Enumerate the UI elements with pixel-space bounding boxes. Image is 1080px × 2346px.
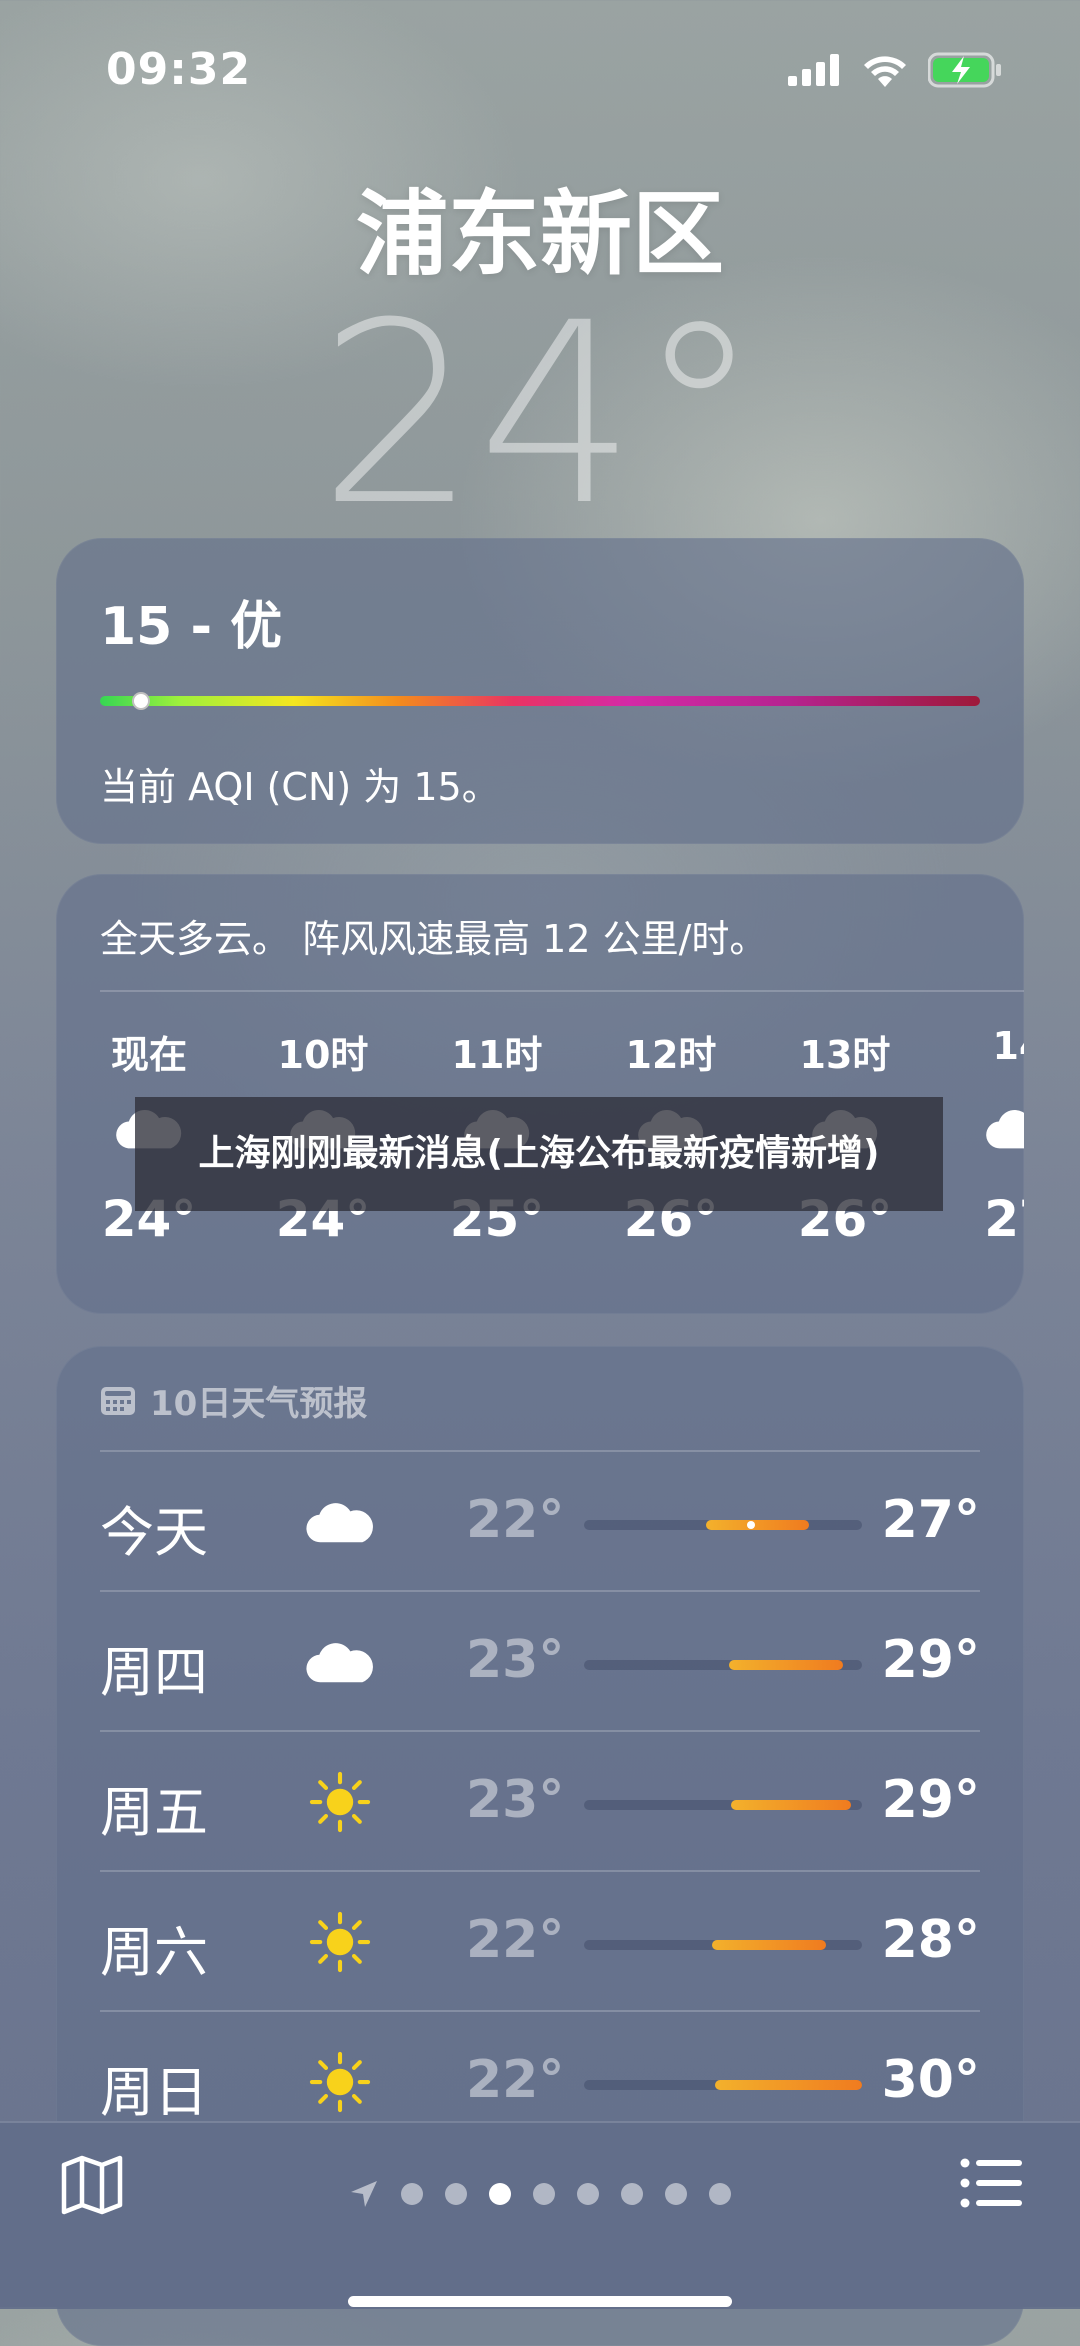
page-indicator[interactable] [0, 2179, 1080, 2209]
hour-temp: 27 [984, 1190, 1024, 1248]
day-high-temp: 29° [881, 1770, 980, 1830]
day-low-temp: 22° [466, 1490, 565, 1550]
cloud-icon [306, 1502, 373, 1542]
wifi-icon [864, 56, 906, 87]
current-temp-marker [747, 1521, 755, 1529]
temp-range-track [584, 1800, 862, 1810]
article-title: 上海刚刚最新消息(上海公布最新疫情新增) [198, 1133, 880, 1174]
hour-label: 10时 [277, 1033, 369, 1077]
home-indicator[interactable] [348, 2296, 732, 2307]
daily-row[interactable]: 周五 23° 29° [100, 1730, 980, 1872]
day-low-temp: 22° [466, 1910, 565, 1970]
page-dot[interactable] [489, 2183, 511, 2205]
hour-label: 13时 [799, 1033, 891, 1077]
hour-icon [954, 1074, 1024, 1184]
page-dot[interactable] [445, 2183, 467, 2205]
temp-range-track [584, 2080, 862, 2090]
day-high-temp: 29° [881, 1630, 980, 1690]
day-name: 周六 [100, 1921, 208, 1984]
page-dot[interactable] [577, 2183, 599, 2205]
hour-label: 11时 [451, 1033, 543, 1077]
page-dot[interactable] [665, 2183, 687, 2205]
day-name: 周四 [100, 1641, 208, 1704]
day-icon [300, 1906, 380, 1978]
hour-label: 14 [992, 1024, 1024, 1068]
aqi-card[interactable]: 15 - 优 当前 AQI (CN) 为 15。 [56, 538, 1024, 844]
location-arrow-icon[interactable] [349, 2179, 379, 2209]
status-time: 09:32 [106, 44, 252, 95]
day-icon [300, 1626, 380, 1698]
day-high-temp: 30° [881, 2050, 980, 2110]
daily-row[interactable]: 今天 22° 27° [100, 1450, 980, 1592]
page-dot[interactable] [621, 2183, 643, 2205]
hour-label: 12时 [625, 1033, 717, 1077]
page-dot[interactable] [533, 2183, 555, 2205]
temp-range-fill [729, 1660, 843, 1670]
day-low-temp: 22° [466, 2050, 565, 2110]
hourly-item: 14 27 [954, 1024, 1024, 1248]
current-temperature: 24° [318, 269, 762, 560]
bottom-toolbar [0, 2121, 1080, 2309]
day-icon [300, 1486, 380, 1558]
day-name: 今天 [100, 1501, 208, 1564]
day-name: 周五 [100, 1781, 208, 1844]
day-icon [300, 2046, 380, 2118]
hour-label: 现在 [110, 1033, 187, 1077]
temp-range-track [584, 1660, 862, 1670]
daily-row[interactable]: 周四 23° 29° [100, 1590, 980, 1732]
temp-range-fill [731, 1800, 851, 1810]
day-low-temp: 23° [466, 1630, 565, 1690]
aqi-description: 当前 AQI (CN) 为 15。 [100, 765, 500, 809]
day-name: 周日 [100, 2061, 208, 2124]
status-icons [788, 52, 1002, 88]
temp-range-fill [706, 1520, 809, 1530]
sun-icon [309, 1911, 371, 1973]
aqi-scale-bar [100, 696, 980, 706]
page-dot[interactable] [401, 2183, 423, 2205]
aqi-value: 15 - 优 [100, 597, 283, 657]
list-icon [960, 2158, 1022, 2208]
temp-range-fill [715, 2080, 862, 2090]
hourly-summary: 全天多云。 阵风风速最高 12 公里/时。 [100, 917, 768, 961]
city-list-button[interactable] [960, 2157, 1024, 2213]
day-icon [300, 1766, 380, 1838]
day-high-temp: 27° [881, 1490, 980, 1550]
cloud-icon [306, 1642, 373, 1682]
temp-range-track [584, 1520, 862, 1530]
divider [100, 990, 1024, 992]
article-title-overlay: 上海刚刚最新消息(上海公布最新疫情新增) [135, 1097, 943, 1211]
daily-row[interactable]: 周六 22° 28° [100, 1870, 980, 2012]
daily-header-label: 10日天气预报 [150, 1384, 368, 1424]
sun-icon [309, 2051, 371, 2113]
calendar-icon [101, 1386, 135, 1415]
cloud-icon [986, 1110, 1024, 1149]
temp-range-track [584, 1940, 862, 1950]
temp-range-fill [712, 1940, 826, 1950]
day-low-temp: 23° [466, 1770, 565, 1830]
daily-header: 10日天气预报 [100, 1376, 367, 1425]
hourly-forecast-card[interactable]: 全天多云。 阵风风速最高 12 公里/时。 现在 24° 10时 24° 11时 25° 1… [56, 874, 1024, 1314]
signal-icon [788, 54, 839, 86]
day-high-temp: 28° [881, 1910, 980, 1970]
sun-icon [309, 1771, 371, 1833]
battery-charging-icon [928, 52, 1001, 88]
aqi-indicator [132, 692, 150, 710]
page-dot[interactable] [709, 2183, 731, 2205]
